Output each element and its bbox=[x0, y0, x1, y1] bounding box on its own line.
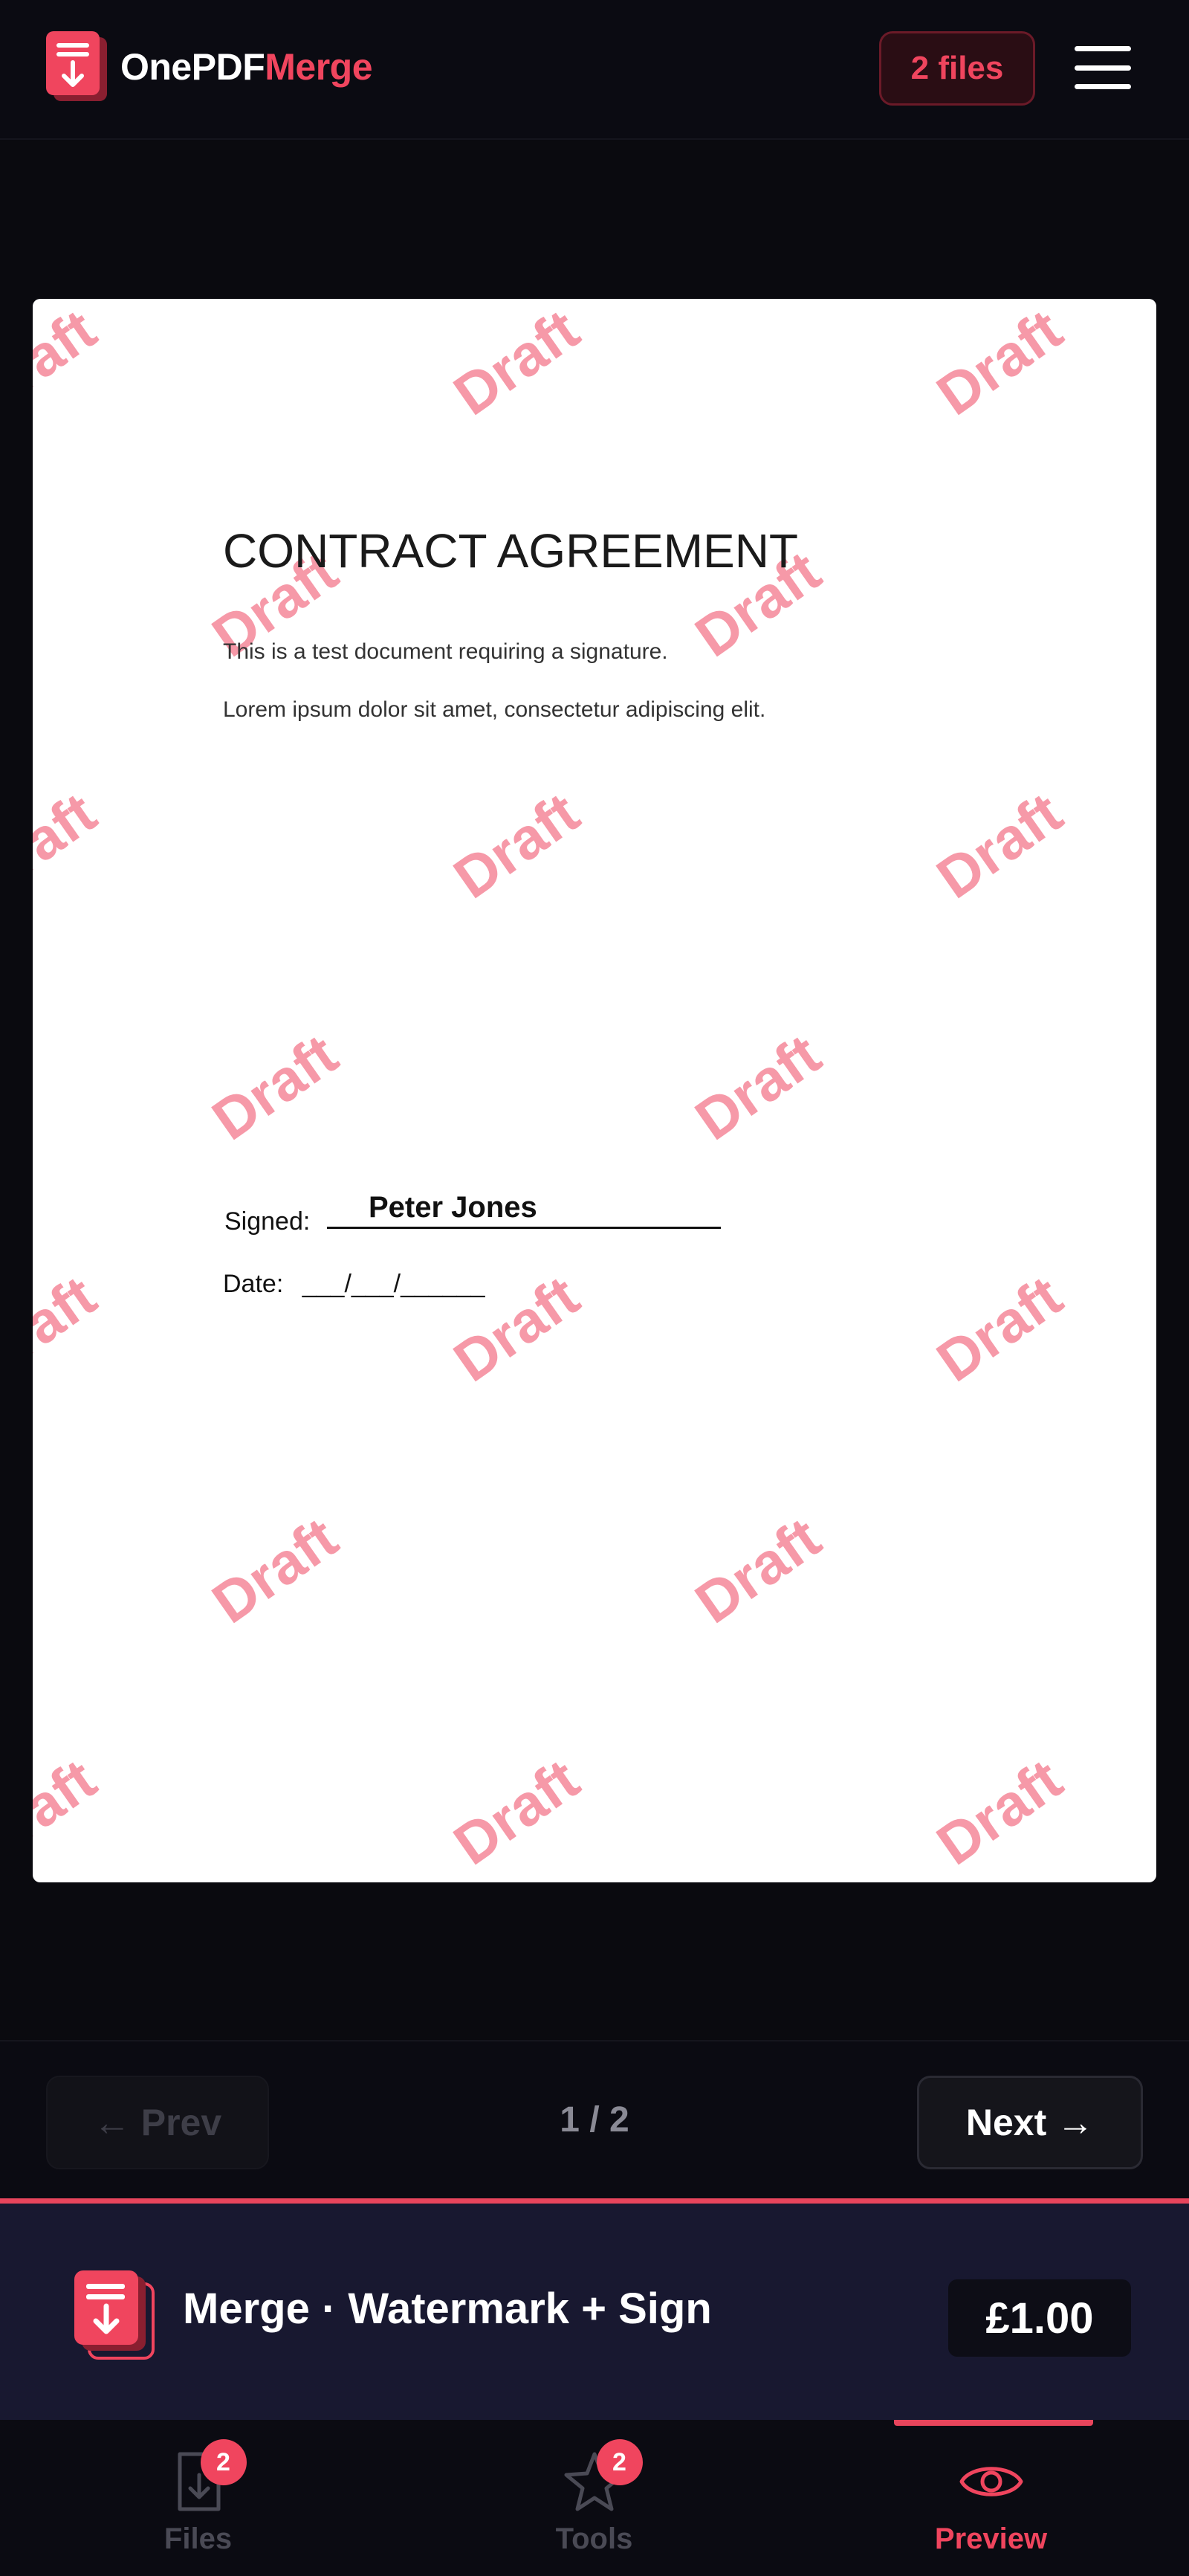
nav-tab-label: Files bbox=[163, 2522, 233, 2555]
brand-name: OnePDFMerge bbox=[120, 45, 373, 88]
signature-name: Peter Jones bbox=[369, 1191, 537, 1224]
next-page-button[interactable]: Next → bbox=[917, 2076, 1143, 2169]
watermark-text: Draft bbox=[683, 1504, 832, 1636]
order-summary-title: Merge · Watermark + Sign bbox=[183, 2285, 712, 2333]
nav-tab-preview[interactable]: Preview bbox=[793, 2420, 1189, 2576]
watermark-text: Draft bbox=[924, 779, 1074, 911]
document-line-2: Lorem ipsum dolor sit amet, consectetur … bbox=[223, 697, 766, 722]
date-blank: ___/___/______ bbox=[302, 1270, 485, 1298]
watermark-text: Draft bbox=[441, 779, 591, 911]
signed-label: Signed: bbox=[224, 1207, 311, 1236]
files-count-button[interactable]: 2 files bbox=[879, 31, 1035, 106]
watermark-text: Draft bbox=[33, 299, 108, 428]
app-logo[interactable]: OnePDFMerge bbox=[43, 30, 373, 104]
file-download-icon: 2 bbox=[165, 2439, 247, 2515]
watermark-text: Draft bbox=[924, 299, 1074, 428]
order-summary-bar: Merge · Watermark + Sign £1.00 bbox=[0, 2198, 1189, 2420]
eye-icon bbox=[958, 2448, 1025, 2515]
watermark-text: Draft bbox=[683, 1021, 832, 1153]
watermark-text: Draft bbox=[33, 1262, 108, 1395]
order-price[interactable]: £1.00 bbox=[948, 2279, 1131, 2357]
watermark-text: Draft bbox=[441, 299, 591, 428]
bottom-nav: 2 Files 2 Tools Preview bbox=[0, 2420, 1189, 2576]
brand-name-part1: OnePDF bbox=[120, 46, 265, 88]
watermark-text: Draft bbox=[33, 1746, 108, 1878]
document-title: CONTRACT AGREEMENT bbox=[223, 524, 798, 578]
pdf-stack-icon bbox=[73, 2270, 161, 2366]
prev-page-button[interactable]: ← Prev bbox=[46, 2076, 269, 2169]
document-preview-page: Draft Draft Draft Draft Draft Draft Draft Draft… bbox=[33, 299, 1156, 1882]
watermark-text: Draft bbox=[441, 1746, 591, 1878]
date-label: Date: bbox=[223, 1270, 284, 1298]
nav-tab-files[interactable]: 2 Files bbox=[0, 2420, 396, 2576]
watermark-text: Draft bbox=[200, 1504, 349, 1636]
app-header: OnePDFMerge 2 files bbox=[0, 0, 1189, 140]
watermark-text: Draft bbox=[200, 1021, 349, 1153]
tools-count-badge: 2 bbox=[596, 2439, 643, 2485]
watermark-text: Draft bbox=[33, 779, 108, 911]
watermark-text: Draft bbox=[924, 1262, 1074, 1395]
watermark-text: Draft bbox=[924, 1746, 1074, 1878]
files-count-badge: 2 bbox=[200, 2439, 247, 2485]
nav-tab-label: Tools bbox=[555, 2522, 633, 2555]
pager-bar: ← Prev 1 / 2 Next → bbox=[0, 2040, 1189, 2200]
signature-line bbox=[327, 1227, 721, 1229]
hamburger-menu-icon[interactable] bbox=[1075, 46, 1131, 89]
nav-tab-label: Preview bbox=[934, 2522, 1048, 2555]
brand-name-part2: Merge bbox=[265, 46, 373, 88]
date-row: Date: ___/___/______ bbox=[223, 1270, 485, 1299]
document-line-1: This is a test document requiring a sign… bbox=[223, 639, 668, 664]
page-indicator: 1 / 2 bbox=[560, 2100, 629, 2140]
nav-tab-tools[interactable]: 2 Tools bbox=[396, 2420, 792, 2576]
pdf-stack-icon bbox=[43, 30, 114, 104]
star-icon: 2 bbox=[561, 2439, 643, 2515]
